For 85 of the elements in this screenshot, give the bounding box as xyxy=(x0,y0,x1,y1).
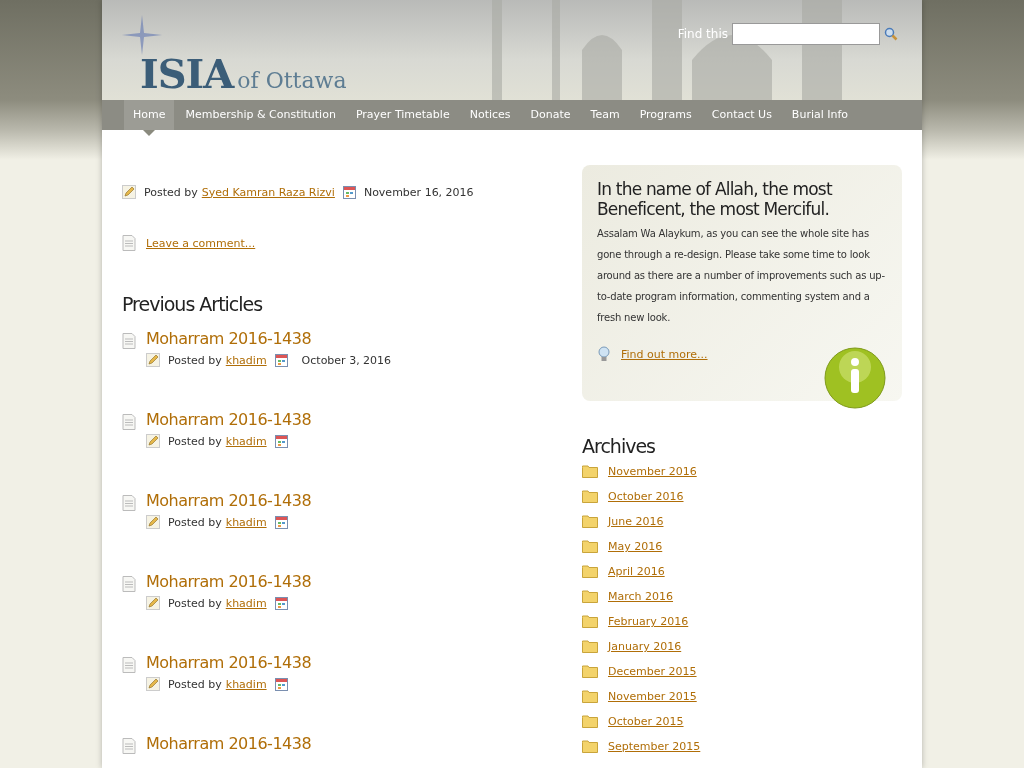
archive-link[interactable]: October 2015 xyxy=(608,715,684,728)
article-title[interactable]: Moharram 2016-1438 xyxy=(146,572,312,591)
document-icon xyxy=(122,235,136,251)
archive-link[interactable]: November 2015 xyxy=(608,690,697,703)
folder-icon xyxy=(582,490,598,503)
nav-link[interactable]: Notices xyxy=(460,100,520,130)
nav-link[interactable]: Programs xyxy=(630,100,701,130)
archive-link[interactable]: September 2015 xyxy=(608,740,701,753)
calendar-icon xyxy=(274,353,288,367)
welcome-title: In the name of Allah, the most Beneficent, the most Merciful. xyxy=(597,179,834,219)
pencil-icon xyxy=(146,677,160,691)
calendar-icon xyxy=(274,434,288,448)
posted-by-label: Posted by xyxy=(168,353,222,367)
archive-link[interactable]: January 2016 xyxy=(608,640,682,653)
archive-link[interactable]: November 2016 xyxy=(608,465,697,478)
author-link[interactable]: khadim xyxy=(225,515,267,529)
archive-link[interactable]: February 2016 xyxy=(608,615,689,628)
nav-link[interactable]: Contact Us xyxy=(702,100,781,130)
active-pointer-icon xyxy=(143,130,156,136)
search-label: Find this xyxy=(677,27,728,41)
nav-link[interactable]: Team xyxy=(581,100,629,130)
folder-icon xyxy=(582,465,598,478)
archive-link[interactable]: December 2015 xyxy=(608,665,697,678)
nav-link[interactable]: Prayer Timetable xyxy=(346,100,459,130)
author-link[interactable]: khadim xyxy=(225,434,267,448)
comment-link[interactable]: Leave a comment... xyxy=(146,236,256,250)
document-icon xyxy=(122,333,136,349)
post-date: October 3, 2016 xyxy=(301,353,392,367)
folder-icon xyxy=(582,515,598,528)
logo-title[interactable]: ISIA xyxy=(140,50,234,97)
welcome-text: Assalam Wa Alaykum, as you can see the whole site has gone through a re-design. Please take some time to look around as there are a number of improvements such as up-to-date program information, commenting system and a fresh new look. xyxy=(597,227,886,325)
author-link[interactable]: Syed Kamran Raza Rizvi xyxy=(201,185,335,199)
author-link[interactable]: khadim xyxy=(225,596,267,610)
archive-link[interactable]: April 2016 xyxy=(608,565,665,578)
posted-by-label: Posted by xyxy=(168,596,222,610)
folder-icon xyxy=(582,590,598,603)
search-icon[interactable] xyxy=(884,27,898,41)
posted-by-label: Posted by xyxy=(168,677,222,691)
article-title[interactable]: Moharram 2016-1438 xyxy=(146,734,312,753)
nav-link[interactable]: Membership & Constitution xyxy=(176,100,345,130)
folder-icon xyxy=(582,740,598,753)
calendar-icon xyxy=(274,515,288,529)
folder-icon xyxy=(582,615,598,628)
article-title[interactable]: Moharram 2016-1438 xyxy=(146,410,312,429)
logo-subtitle: of Ottawa xyxy=(237,68,347,93)
posted-by-label: Posted by xyxy=(168,515,222,529)
archive-link[interactable]: October 2016 xyxy=(608,490,684,503)
author-link[interactable]: khadim xyxy=(225,353,267,367)
folder-icon xyxy=(582,665,598,678)
folder-icon xyxy=(582,715,598,728)
nav-link[interactable]: Donate xyxy=(521,100,580,130)
article-title[interactable]: Moharram 2016-1438 xyxy=(146,653,312,672)
posted-by-label: Posted by xyxy=(144,185,198,199)
author-link[interactable]: khadim xyxy=(225,677,267,691)
pencil-icon xyxy=(146,353,160,367)
folder-icon xyxy=(582,540,598,553)
document-icon xyxy=(122,414,136,430)
archive-link[interactable]: March 2016 xyxy=(608,590,674,603)
search-field[interactable] xyxy=(732,23,880,45)
archive-link[interactable]: June 2016 xyxy=(608,515,664,528)
pencil-icon xyxy=(146,434,160,448)
document-icon xyxy=(122,495,136,511)
find-out-more-link[interactable]: Find out more... xyxy=(621,347,708,361)
document-icon xyxy=(122,738,136,754)
post-date: November 16, 2016 xyxy=(363,185,474,199)
nav-link[interactable]: Burial Info xyxy=(782,100,858,130)
calendar-icon xyxy=(274,677,288,691)
pencil-icon xyxy=(122,185,136,199)
info-icon xyxy=(824,347,886,409)
folder-icon xyxy=(582,565,598,578)
archive-link[interactable]: May 2016 xyxy=(608,540,663,553)
lightbulb-icon xyxy=(597,346,611,362)
article-title[interactable]: Moharram 2016-1438 xyxy=(146,491,312,510)
archives-heading: Archives xyxy=(582,435,656,457)
calendar-icon xyxy=(342,185,356,199)
pencil-icon xyxy=(146,515,160,529)
posted-by-label: Posted by xyxy=(168,434,222,448)
folder-icon xyxy=(582,690,598,703)
pencil-icon xyxy=(146,596,160,610)
article-title[interactable]: Moharram 2016-1438 xyxy=(146,329,312,348)
document-icon xyxy=(122,657,136,673)
document-icon xyxy=(122,576,136,592)
section-heading: Previous Articles xyxy=(122,293,264,315)
folder-icon xyxy=(582,640,598,653)
calendar-icon xyxy=(274,596,288,610)
